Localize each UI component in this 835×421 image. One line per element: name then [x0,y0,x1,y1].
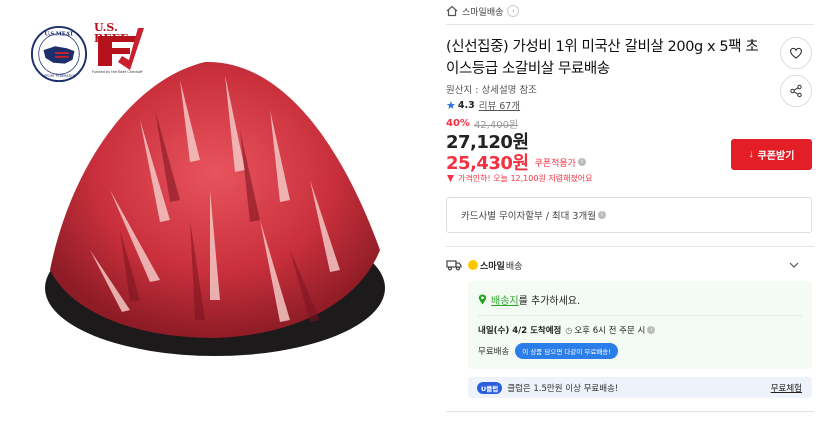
coupon-applied-label[interactable]: 쿠폰적용가 [535,156,576,169]
rating-row: ★ 4.3 리뷰 67개 [446,98,520,113]
price-drop-notice: 가격인하! 오늘 12,100원 저렴해졌어요 [446,173,593,184]
divider [446,246,814,247]
add-address-text: 를 추가하세요. [518,296,581,307]
usbeef-logo-text: U.S. BEEF [94,21,128,45]
club-badge: U클럽 [477,381,503,394]
rating-value: 4.3 [457,99,475,111]
share-button[interactable] [780,75,812,107]
card-installment-text: 카드사별 무이자할부 / 최대 3개월 [461,211,596,222]
get-coupon-label: 쿠폰받기 [757,151,795,162]
eta-time: 오후 6시 전 주문 시 [574,326,646,336]
info-icon[interactable]: i [597,211,606,219]
clock-icon: ◷ [565,325,573,335]
product-image-area: U.S.MEAT EXPORT FEDERATION U.S. BEEF Fun… [0,0,430,421]
divider [478,315,802,316]
delivery-eta-row: 내일(수) 4/2 도착예정 ◷ 오후 6시 전 주문 시 i [478,324,656,336]
smile-delivery-header[interactable]: 스마일 배송 [446,256,812,274]
eta-date: 내일(수) 4/2 도착예정 [478,326,562,336]
shipping-info-box: 배송지 를 추가하세요. 내일(수) 4/2 도착예정 ◷ 오후 6시 전 주문… [468,281,812,369]
club-promo-text: 클럽은 1.5만원 이상 무료배송! [507,383,619,394]
wishlist-button[interactable] [780,37,812,69]
smile-logo-icon [468,260,478,270]
heart-icon [790,47,802,59]
share-icon [790,84,802,98]
price-drop-text: 가격인하! 오늘 12,100원 저렴해졌어요 [458,174,593,183]
chevron-down-icon[interactable] [788,259,800,271]
smile-badge-sub: 배송 [505,261,523,272]
get-coupon-button[interactable]: ↓ 쿠폰받기 [731,139,812,170]
product-title: (신선집중) 가성비 1위 미국산 갈비살 200g x 5팩 초이스등급 소갈… [446,39,759,77]
smile-delivery-badge: 스마일 배송 [468,259,522,272]
divider [446,24,814,25]
club-promo-box: U클럽 클럽은 1.5만원 이상 무료배송! 무료체험 [468,377,812,398]
usmeat-logo-text: U.S.MEAT [44,32,73,38]
free-shipping-bubble: 이 상품 담으면 다같이 무료배송! [515,343,618,359]
free-shipping-label: 무료배송 [478,347,510,357]
card-installment-box[interactable]: 카드사별 무이자할부 / 최대 3개월 i [446,197,812,233]
store-name[interactable]: 스마일배송 [462,5,503,18]
home-icon [446,5,458,17]
coupon-price-row: 25,430원 쿠폰적용가 i [446,149,586,175]
free-trial-link[interactable]: 무료체험 [771,382,802,394]
product-info-panel: 스마일배송 › (신선집중) 가성비 1위 미국산 갈비살 200g x 5팩 … [446,0,814,421]
address-row: 배송지 를 추가하세요. [478,292,580,307]
origin-info: 원산지 : 상세설명 참조 [446,85,537,96]
store-arrow-icon[interactable]: › [507,5,520,17]
info-icon[interactable]: i [647,326,656,334]
add-address-link[interactable]: 배송지 [491,292,519,307]
smile-badge-text: 스마일 [480,261,505,272]
info-icon[interactable]: i [577,158,586,166]
location-pin-icon [478,294,487,305]
store-breadcrumb[interactable]: 스마일배송 › [446,3,520,19]
review-link[interactable]: 리뷰 67개 [479,98,520,112]
free-shipping-row: 무료배송 이 상품 담으면 다같이 무료배송! [478,343,618,359]
coupon-price: 25,430원 [446,153,529,174]
truck-icon [446,260,462,271]
star-icon: ★ [446,98,456,112]
price-drop-icon [447,175,454,182]
beef-rib-meat-image [45,61,385,356]
download-icon: ↓ [748,149,754,160]
divider [446,411,814,412]
